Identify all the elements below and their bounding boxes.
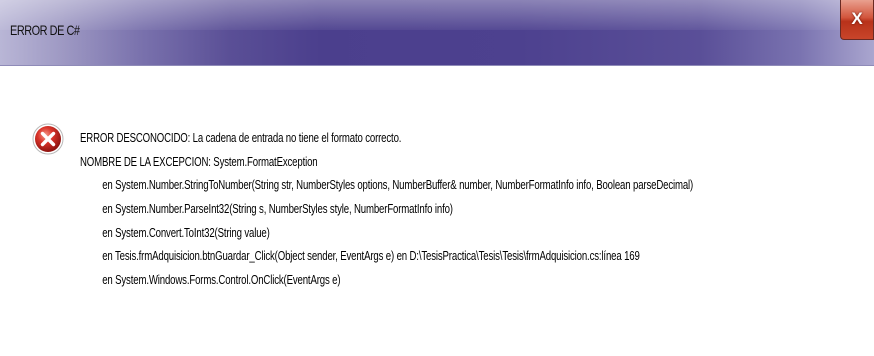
error-icon bbox=[32, 123, 64, 155]
stack-trace-line: en System.Windows.Forms.Control.OnClick(… bbox=[102, 272, 341, 288]
window-title: ERROR DE C# bbox=[10, 22, 80, 38]
stack-trace-line: en System.Convert.ToInt32(String value) bbox=[102, 224, 270, 240]
title-bar[interactable]: ERROR DE C# X bbox=[0, 0, 874, 66]
stack-trace-line: en Tesis.frmAdquisicion.btnGuardar_Click… bbox=[102, 248, 640, 264]
message-line: ERROR DESCONOCIDO: La cadena de entrada … bbox=[80, 130, 402, 145]
dialog-content: ERROR DESCONOCIDO: La cadena de entrada … bbox=[0, 67, 874, 356]
stack-trace-line: en System.Number.ParseInt32(String s, Nu… bbox=[102, 201, 453, 217]
error-message: ERROR DESCONOCIDO: La cadena de entrada … bbox=[80, 126, 870, 292]
close-button[interactable]: X bbox=[840, 0, 874, 40]
close-icon: X bbox=[851, 9, 863, 28]
error-dialog: ERROR DE C# X ERROR DESCONOCIDO: La cade… bbox=[0, 0, 874, 356]
message-line: NOMBRE DE LA EXCEPCION: System.FormatExc… bbox=[80, 153, 318, 169]
stack-trace-line: en System.Number.StringToNumber(String s… bbox=[102, 177, 694, 193]
